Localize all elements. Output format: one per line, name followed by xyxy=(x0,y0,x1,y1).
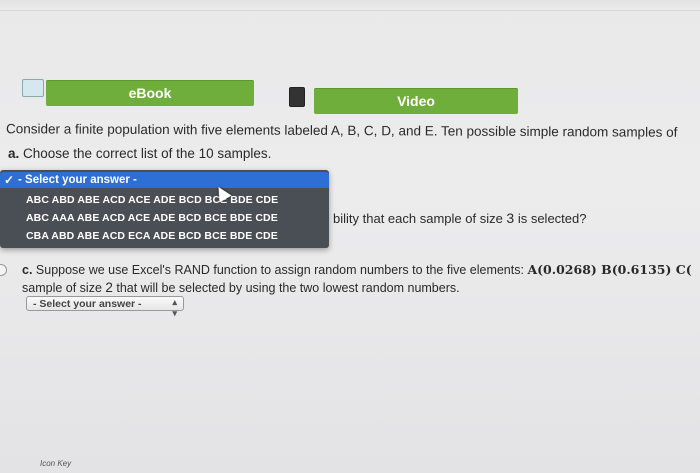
dropdown-option-3[interactable]: CBA ABD ABE ACD ECA ADE BCD BCE BDE CDE xyxy=(26,230,278,242)
video-icon xyxy=(289,87,305,107)
part-b-prompt: bility that each sample of size 3 is sel… xyxy=(333,210,586,226)
part-a-text: Choose the correct list of the 10 sample… xyxy=(19,146,272,161)
part-c-select-label: - Select your answer - xyxy=(33,297,142,310)
resource-tabs: eBook Video xyxy=(0,74,700,124)
part-c-line-1: c. Suppose we use Excel's RAND function … xyxy=(22,262,692,277)
part-b-text-after: is selected? xyxy=(514,211,587,226)
part-c-line-2: sample of size 2 that will be selected b… xyxy=(22,280,460,295)
dropdown-option-1[interactable]: ABC ABD ABE ACD ACE ADE BCD BCE BDE CDE xyxy=(26,194,278,206)
top-edge xyxy=(0,0,700,11)
question-intro: Consider a finite population with five e… xyxy=(6,121,677,140)
part-a-dropdown-menu[interactable]: ✓ - Select your answer - ABC ABD ABE ACD… xyxy=(0,170,329,248)
radio-icon[interactable] xyxy=(0,264,7,276)
question-intro-text: Consider a finite population with five e… xyxy=(5,121,678,140)
part-c-number: 2 xyxy=(105,280,113,295)
icon-key[interactable]: Icon Key xyxy=(40,459,71,468)
dropdown-selected-label: - Select your answer - xyxy=(18,174,137,186)
part-c-select[interactable]: - Select your answer - ▴ ▾ xyxy=(26,296,184,318)
part-b-text-before: bility that each sample of size xyxy=(333,211,507,226)
part-c-letter: c. xyxy=(22,263,33,277)
part-c-line2-after: that will be selected by using the two l… xyxy=(112,281,460,295)
part-c-math: A(0.0268) B(0.6135) C( xyxy=(527,262,692,277)
updown-arrow-icon: ▴ ▾ xyxy=(172,297,177,318)
ebook-icon xyxy=(22,79,44,97)
video-tab-label: Video xyxy=(397,93,435,109)
icon-key-label: Icon Key xyxy=(40,459,72,468)
part-c-line1-text: Suppose we use Excel's RAND function to … xyxy=(32,263,528,277)
part-c-line2-before: sample of size xyxy=(22,281,106,295)
dropdown-option-2[interactable]: ABC AAA ABE ACD ACE ADE BCD BCE BDE CDE xyxy=(26,212,278,224)
ebook-tab-label: eBook xyxy=(128,85,172,101)
ebook-tab[interactable]: eBook xyxy=(46,80,254,106)
dropdown-selected-option[interactable]: ✓ - Select your answer - xyxy=(0,172,329,188)
part-a-letter: a. xyxy=(8,146,20,161)
checkmark-icon: ✓ xyxy=(3,173,15,187)
part-a-prompt: a. Choose the correct list of the 10 sam… xyxy=(8,146,271,161)
video-tab[interactable]: Video xyxy=(314,88,518,114)
